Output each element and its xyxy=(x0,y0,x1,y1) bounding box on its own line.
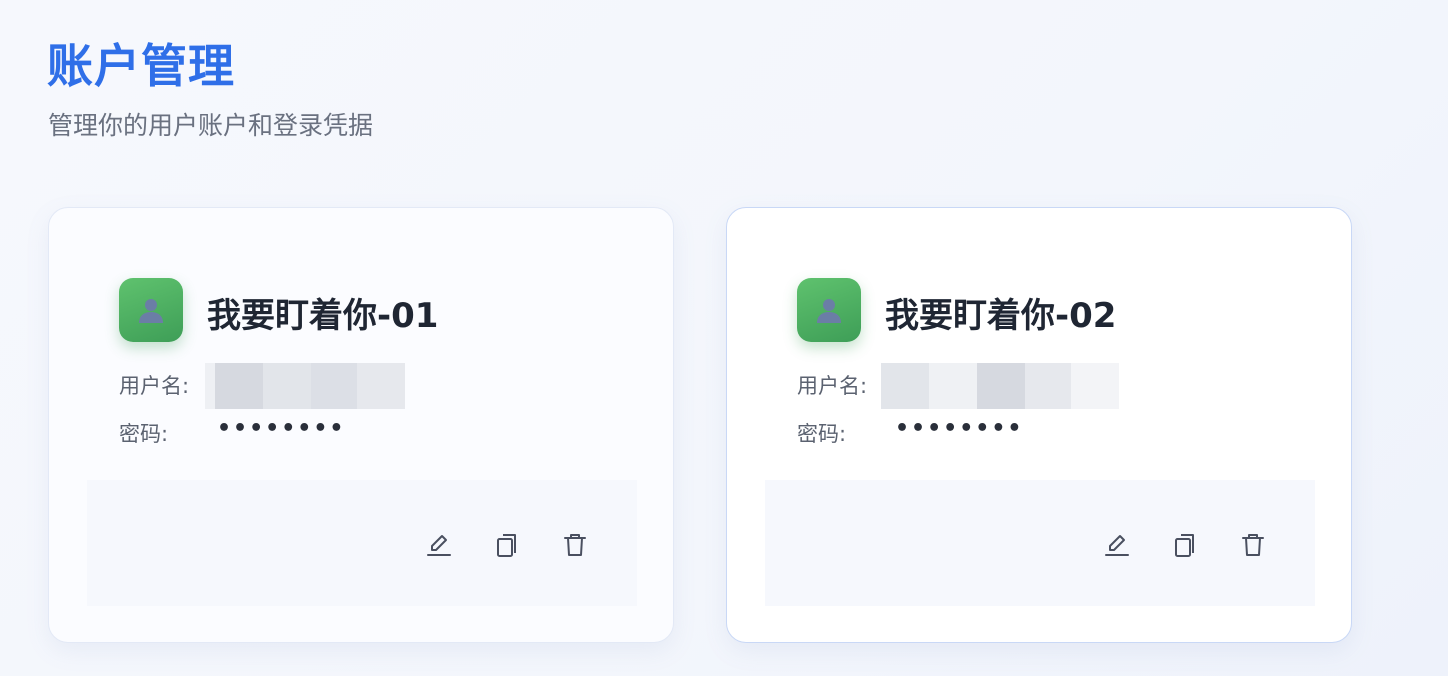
page-subtitle: 管理你的用户账户和登录凭据 xyxy=(48,111,374,140)
card-action-bar xyxy=(765,480,1315,606)
trash-icon xyxy=(564,534,586,556)
account-management-page: 账户管理 管理你的用户账户和登录凭据 我要盯着你-01 用户名: 密码: •••… xyxy=(0,0,1448,676)
password-label: 密码: xyxy=(119,422,169,446)
edit-icon xyxy=(427,535,451,556)
user-avatar-icon xyxy=(797,278,861,342)
username-label: 用户名: xyxy=(797,374,868,398)
edit-icon xyxy=(1105,535,1129,556)
trash-icon xyxy=(1242,534,1264,556)
account-name: 我要盯着你-01 xyxy=(207,296,439,336)
username-label: 用户名: xyxy=(119,374,190,398)
page-title: 账户管理 xyxy=(47,39,235,93)
account-card[interactable]: 我要盯着你-01 用户名: 密码: •••••••• xyxy=(48,207,674,643)
password-label: 密码: xyxy=(797,422,847,446)
password-value: •••••••• xyxy=(895,416,1024,441)
copy-button[interactable] xyxy=(492,530,522,560)
card-action-bar xyxy=(87,480,637,606)
copy-icon xyxy=(497,534,516,557)
username-value-redacted xyxy=(205,363,405,409)
account-card[interactable]: 我要盯着你-02 用户名: 密码: •••••••• xyxy=(726,207,1352,643)
username-value-redacted xyxy=(881,363,1119,409)
account-name: 我要盯着你-02 xyxy=(885,296,1117,336)
delete-button[interactable] xyxy=(1238,530,1268,560)
copy-button[interactable] xyxy=(1170,530,1200,560)
password-value: •••••••• xyxy=(217,416,346,441)
edit-button[interactable] xyxy=(424,530,454,560)
copy-icon xyxy=(1175,534,1194,557)
edit-button[interactable] xyxy=(1102,530,1132,560)
user-avatar-icon xyxy=(119,278,183,342)
delete-button[interactable] xyxy=(560,530,590,560)
